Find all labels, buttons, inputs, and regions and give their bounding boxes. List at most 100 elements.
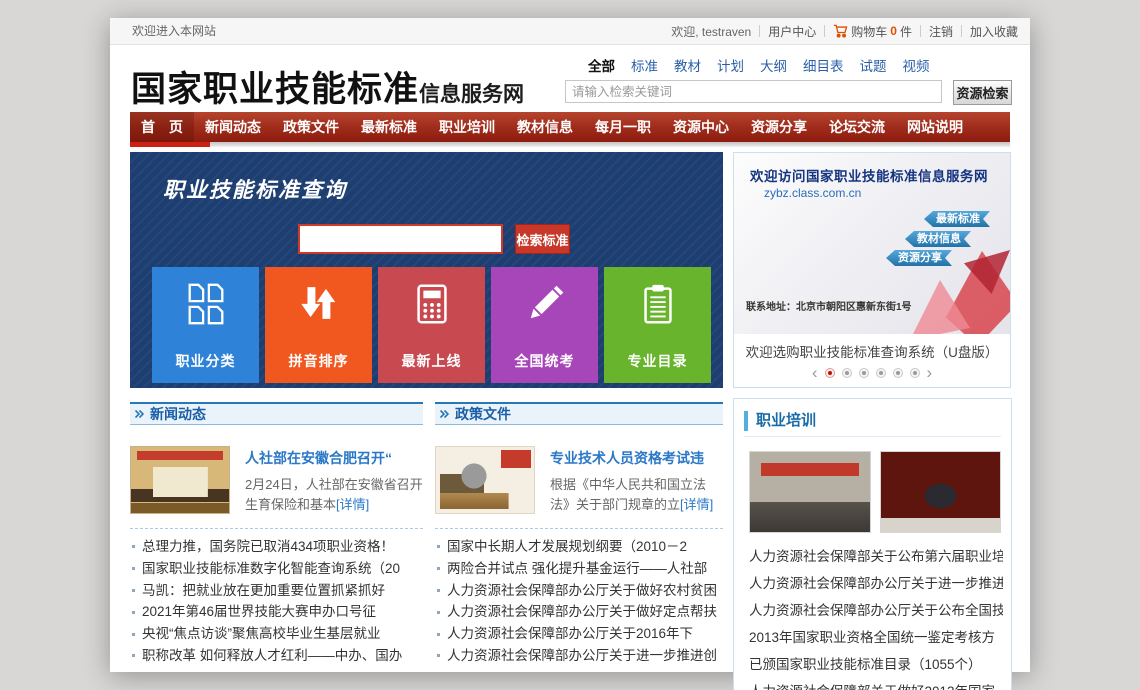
nav-item-policy[interactable]: 政策文件 bbox=[272, 112, 350, 142]
tile-newly-online[interactable]: 最新上线 bbox=[378, 267, 485, 383]
carousel-dot-6[interactable] bbox=[910, 368, 920, 378]
carousel-dot-3[interactable] bbox=[859, 368, 869, 378]
logout-link[interactable]: 注销 bbox=[929, 23, 953, 40]
section-title: 政策文件 bbox=[455, 404, 511, 425]
nav-item-latest-standards[interactable]: 最新标准 bbox=[350, 112, 428, 142]
topbar-links: 欢迎, testraven 用户中心 购物车 0 件 注销 加入收藏 bbox=[671, 18, 1018, 44]
nav-active-indicator bbox=[130, 142, 210, 147]
policy-list: 国家中长期人才发展规划纲要（2010－2 两险合并试点 强化提升基金运行——人社… bbox=[435, 536, 723, 667]
resource-search-input[interactable] bbox=[565, 80, 942, 103]
training-list-item[interactable]: 已颁国家职业技能标准目录（1055个） bbox=[749, 651, 1003, 678]
ribbon-resource-share[interactable]: 资源分享 bbox=[886, 250, 952, 266]
policy-featured-item[interactable]: 专业技术人员资格考试违 根据《中华人民共和国立法法》关于部门规章的立[详情] bbox=[435, 446, 723, 515]
standard-search-button[interactable]: 检索标准 bbox=[515, 224, 570, 254]
carousel-dot-4[interactable] bbox=[876, 368, 886, 378]
standard-search-row: 检索标准 bbox=[298, 224, 570, 254]
tile-major-catalog[interactable]: 专业目录 bbox=[604, 267, 711, 383]
policy-list-item[interactable]: 国家中长期人才发展规划纲要（2010－2 bbox=[435, 536, 723, 558]
training-list-item[interactable]: 人力资源社会保障部关于做好2013年国家 bbox=[749, 678, 1003, 690]
chevrons-icon bbox=[439, 404, 449, 425]
policy-list-item[interactable]: 人力资源社会保障部办公厅关于做好定点帮扶 bbox=[435, 601, 723, 623]
promo-carousel: ‹ › bbox=[734, 367, 1010, 379]
carousel-dot-1[interactable] bbox=[825, 368, 835, 378]
top-bar: 欢迎进入本网站 欢迎, testraven 用户中心 购物车 0 件 注销 加入… bbox=[110, 18, 1030, 45]
calculator-icon bbox=[409, 281, 455, 332]
search-tab-detail-table[interactable]: 细目表 bbox=[803, 55, 844, 75]
tile-occupation-category[interactable]: 职业分类 bbox=[152, 267, 259, 383]
tile-national-exam[interactable]: 全国统考 bbox=[491, 267, 598, 383]
nav-item-news[interactable]: 新闻动态 bbox=[194, 112, 272, 142]
news-list-item[interactable]: 总理力推，国务院已取消434项职业资格！ bbox=[130, 536, 423, 558]
page: 欢迎进入本网站 欢迎, testraven 用户中心 购物车 0 件 注销 加入… bbox=[110, 18, 1030, 672]
news-featured-title: 人社部在安徽合肥召开“ bbox=[245, 448, 423, 468]
news-list-item[interactable]: 马凯：把就业放在更加重要位置抓紧抓好 bbox=[130, 580, 423, 602]
ribbon-textbook-info[interactable]: 教材信息 bbox=[905, 231, 971, 247]
nav-item-resource-center[interactable]: 资源中心 bbox=[662, 112, 740, 142]
nav-item-monthly-job[interactable]: 每月一职 bbox=[584, 112, 662, 142]
training-list-item[interactable]: 人力资源社会保障部关于公布第六届职业培训 bbox=[749, 543, 1003, 570]
chevrons-icon bbox=[134, 404, 144, 425]
clipboard-icon bbox=[635, 281, 681, 332]
training-list: 人力资源社会保障部关于公布第六届职业培训 人力资源社会保障部办公厅关于进一步推进… bbox=[734, 533, 1011, 690]
policy-list-item[interactable]: 人力资源社会保障部办公厅关于2016年下 bbox=[435, 623, 723, 645]
resource-search-button[interactable]: 资源检索 bbox=[953, 80, 1012, 105]
add-favorite-link[interactable]: 加入收藏 bbox=[970, 23, 1018, 40]
nav-item-textbook-info[interactable]: 教材信息 bbox=[506, 112, 584, 142]
carousel-dot-2[interactable] bbox=[842, 368, 852, 378]
search-tab-outline[interactable]: 大纲 bbox=[760, 55, 787, 75]
tile-label: 最新上线 bbox=[378, 351, 485, 371]
news-list-item[interactable]: 2021年第46届世界技能大赛申办口号征 bbox=[130, 601, 423, 623]
carousel-dot-5[interactable] bbox=[893, 368, 903, 378]
search-tab-questions[interactable]: 试题 bbox=[860, 55, 887, 75]
policy-featured-body: 专业技术人员资格考试违 根据《中华人民共和国立法法》关于部门规章的立[详情] bbox=[550, 446, 723, 515]
carousel-prev-icon[interactable]: ‹ bbox=[812, 367, 818, 379]
policy-list-item[interactable]: 人力资源社会保障部办公厅关于做好农村贫困 bbox=[435, 580, 723, 602]
user-center-link[interactable]: 用户中心 bbox=[768, 23, 816, 40]
tile-label: 职业分类 bbox=[152, 351, 259, 371]
news-list-item[interactable]: 职称改革 如何释放人才红利——中办、国办 bbox=[130, 645, 423, 667]
promo-banner[interactable]: 欢迎访问国家职业技能标准信息服务网 zybz.class.com.cn 最新标准… bbox=[734, 153, 1010, 334]
nav-item-training[interactable]: 职业培训 bbox=[428, 112, 506, 142]
resource-search-row: 资源检索 bbox=[565, 80, 1013, 105]
standard-search-input[interactable] bbox=[298, 224, 503, 254]
promo-card: 欢迎访问国家职业技能标准信息服务网 zybz.class.com.cn 最新标准… bbox=[733, 152, 1011, 388]
contact-address: 联系地址：北京市朝阳区惠新东街1号 bbox=[746, 301, 915, 315]
cart-label: 购物车 bbox=[851, 23, 887, 40]
policy-section: 政策文件 专业技术人员资格考试违 根据《中华人民共和国立法法》关于部门规章的立[… bbox=[435, 402, 723, 667]
search-tab-textbook[interactable]: 教材 bbox=[674, 55, 701, 75]
tile-pinyin-sort[interactable]: 拼音排序 bbox=[265, 267, 372, 383]
search-category-tabs: 全部 标准 教材 计划 大纲 细目表 试题 视频 bbox=[565, 53, 1013, 77]
news-list-item[interactable]: 国家职业技能标准数字化智能查询系统（20 bbox=[130, 558, 423, 580]
site-header: 国家职业技能标准信息服务网 全部 标准 教材 计划 大纲 细目表 试题 视频 资… bbox=[110, 45, 1030, 112]
search-tab-standard[interactable]: 标准 bbox=[631, 55, 658, 75]
search-tab-all[interactable]: 全部 bbox=[588, 55, 615, 75]
site-logo[interactable]: 国家职业技能标准信息服务网 bbox=[131, 61, 524, 112]
search-tab-plan[interactable]: 计划 bbox=[717, 55, 744, 75]
news-more-link[interactable]: [详情] bbox=[336, 497, 369, 512]
policy-more-link[interactable]: [详情] bbox=[680, 497, 713, 512]
ribbon-latest-standard[interactable]: 最新标准 bbox=[924, 211, 990, 227]
training-photo-1[interactable] bbox=[749, 451, 871, 533]
training-list-item[interactable]: 人力资源社会保障部办公厅关于进一步推进创 bbox=[749, 570, 1003, 597]
hero-title: 职业技能标准查询 bbox=[163, 174, 347, 204]
news-list-item[interactable]: 央视“焦点访谈”聚焦高校毕业生基层就业 bbox=[130, 623, 423, 645]
news-featured-item[interactable]: 人社部在安徽合肥召开“ 2月24日，人社部在安徽省召开生育保险和基本[详情] bbox=[130, 446, 423, 515]
nav-item-site-help[interactable]: 网站说明 bbox=[896, 112, 974, 142]
policy-list-item[interactable]: 人力资源社会保障部办公厅关于进一步推进创 bbox=[435, 645, 723, 667]
search-tab-video[interactable]: 视频 bbox=[903, 55, 930, 75]
carousel-next-icon[interactable]: › bbox=[927, 367, 933, 379]
policy-featured-title: 专业技术人员资格考试违 bbox=[550, 448, 723, 468]
promo-caption: 欢迎选购职业技能标准查询系统（U盘版） bbox=[734, 341, 1010, 361]
cart-link[interactable]: 购物车 0 件 bbox=[833, 23, 912, 40]
training-list-item[interactable]: 2013年国家职业资格全国统一鉴定考核方 bbox=[749, 624, 1003, 651]
training-section: 职业培训 人力资源社会保障部关于公布第六届职业培训 人力资源社会保障部办公厅关于… bbox=[733, 398, 1012, 690]
training-photo-2[interactable] bbox=[880, 451, 1002, 533]
training-list-item[interactable]: 人力资源社会保障部办公厅关于公布全国技工 bbox=[749, 597, 1003, 624]
policy-list-item[interactable]: 两险合并试点 强化提升基金运行——人社部 bbox=[435, 558, 723, 580]
nav-item-home[interactable]: 首 页 bbox=[130, 112, 194, 142]
separator bbox=[920, 25, 921, 37]
nav-item-forum[interactable]: 论坛交流 bbox=[818, 112, 896, 142]
nav-item-resource-share[interactable]: 资源分享 bbox=[740, 112, 818, 142]
news-featured-photo bbox=[130, 446, 230, 514]
cart-icon bbox=[833, 24, 848, 38]
